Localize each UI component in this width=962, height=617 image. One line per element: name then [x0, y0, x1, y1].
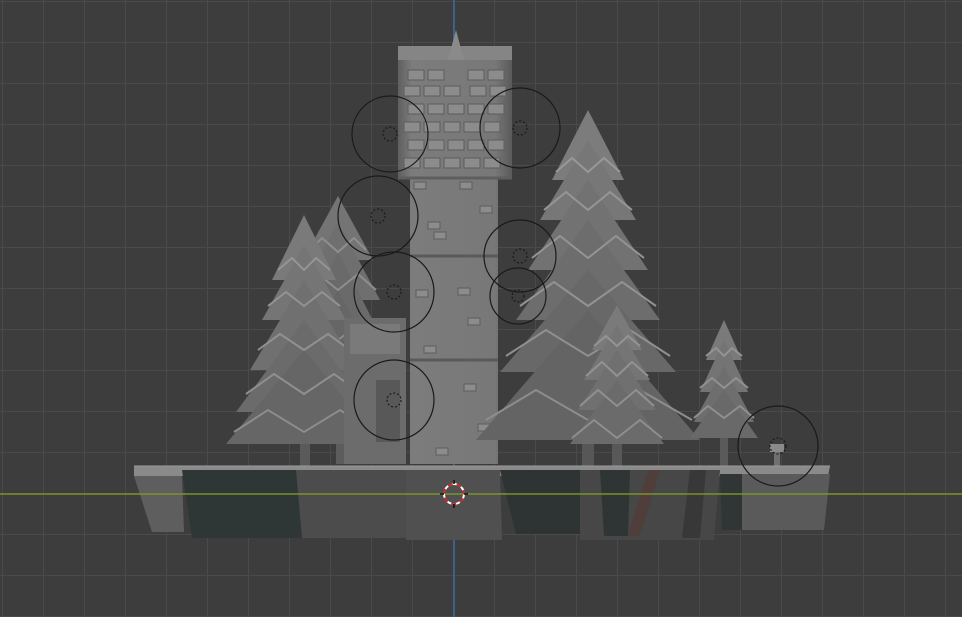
viewport-scene[interactable]: [0, 0, 962, 617]
light-gizmo[interactable]: [337, 175, 419, 257]
cottage[interactable]: [344, 318, 406, 464]
tower[interactable]: [398, 30, 512, 464]
3d-viewport[interactable]: [0, 0, 962, 617]
pine-tree-small-right[interactable]: [690, 320, 758, 466]
ground-base[interactable]: [134, 465, 830, 540]
